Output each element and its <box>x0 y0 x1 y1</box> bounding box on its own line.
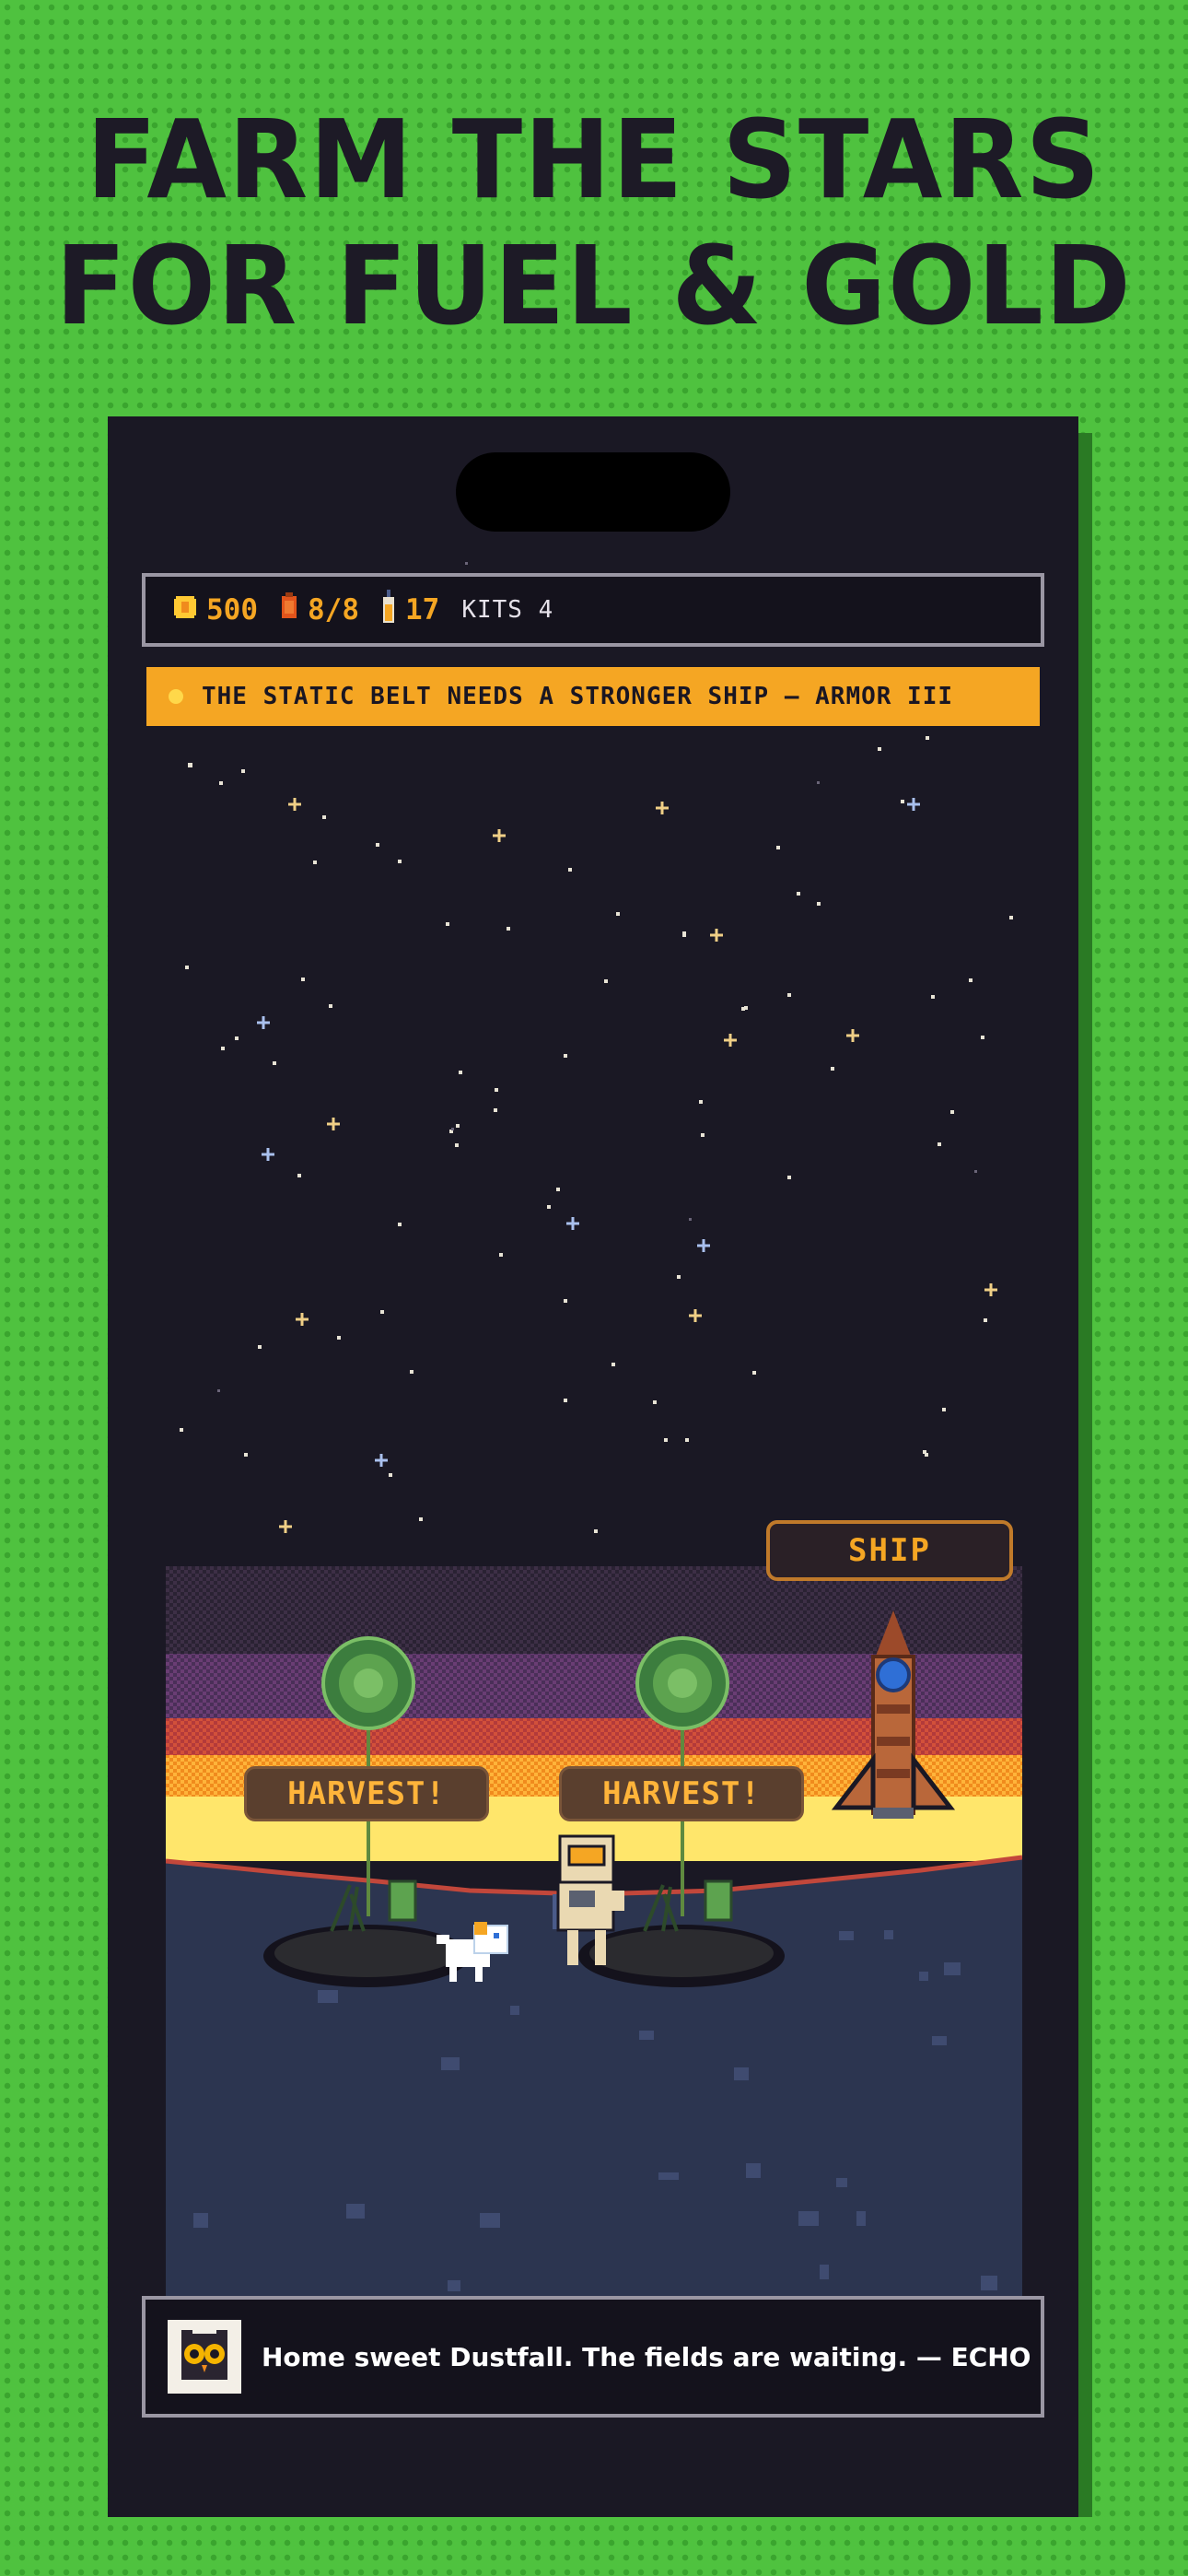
fuel-value: 8/8 <box>308 593 359 626</box>
bottle-icon <box>381 590 396 630</box>
dialog-box[interactable]: Home sweet Dustfall. The fields are wait… <box>142 2296 1044 2418</box>
coin-icon <box>173 593 197 626</box>
harvest-button-plot-1[interactable]: HARVEST! <box>244 1766 489 1821</box>
headline-line-1: FARM THE STARS <box>86 97 1102 224</box>
coins-value: 500 <box>206 593 258 626</box>
coins-counter: 500 <box>173 593 258 626</box>
dialog-text: Home sweet Dustfall. The fields are wait… <box>262 2341 1031 2372</box>
mission-banner[interactable]: THE STATIC BELT NEEDS A STRONGER SHIP — … <box>146 667 1040 726</box>
dynamic-island <box>456 452 730 532</box>
harvest-button-plot-2[interactable]: HARVEST! <box>559 1766 804 1821</box>
fuel-counter: 8/8 <box>280 592 359 627</box>
planet-scene <box>166 1566 1022 2398</box>
headline-line-2: FOR FUEL & GOLD <box>55 223 1133 350</box>
ship-button[interactable]: SHIP <box>766 1520 1013 1581</box>
bottles-value: 17 <box>405 593 440 626</box>
fuel-can-icon <box>280 592 298 627</box>
bottles-counter: 17 <box>381 590 439 630</box>
kits-counter: KITS 4 <box>461 596 554 624</box>
alert-dot-icon <box>169 689 183 704</box>
owl-icon <box>168 2320 241 2394</box>
mission-banner-text: THE STATIC BELT NEEDS A STRONGER SHIP — … <box>202 683 954 710</box>
resource-hud: 500 8/8 17 KITS 4 <box>142 573 1044 647</box>
